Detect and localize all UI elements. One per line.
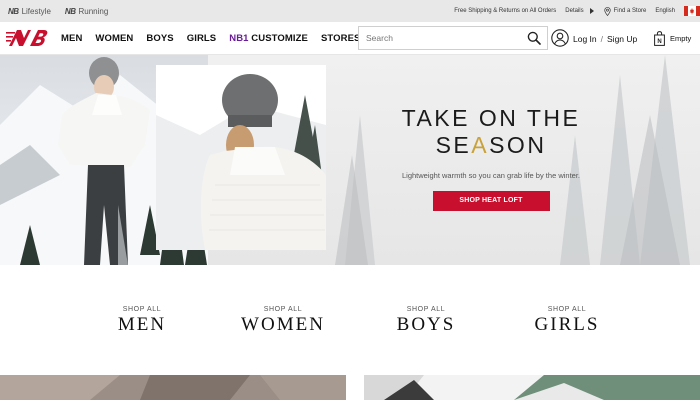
language-label: English [655,8,675,14]
find-store-link[interactable]: Find a Store [604,6,647,16]
shop-all-boys-link[interactable]: SHOP ALL BOYS [386,306,466,336]
account-separator: / [600,33,604,44]
utility-bar: NB Lifestyle NB Running Free Shipping & … [0,0,700,22]
search-icon[interactable] [527,31,541,45]
brand-switcher: NB Lifestyle NB Running [8,0,122,22]
nav-nb1-customize[interactable]: NB1 CUSTOMIZE [229,33,308,44]
running-link[interactable]: NB Running [65,7,108,16]
nav-girls[interactable]: GIRLS [187,33,217,44]
nav-women[interactable]: WOMEN [95,33,133,44]
hero-title: TAKE ON THE SEASON [386,105,596,159]
shop-all-men-link[interactable]: SHOP ALL MEN [102,306,182,336]
shop-all-label: SHOP ALL [406,306,446,313]
nb-mini-logo: NB [8,6,19,16]
category-name: BOYS [396,314,456,335]
account-links: Log In / Sign Up [573,22,637,55]
promo-tile-left[interactable] [0,375,346,400]
hero-copy: TAKE ON THE SEASON Lightweight warmth so… [386,105,596,211]
category-name: MEN [117,314,167,335]
svg-text:N: N [657,39,661,45]
hero-title-line2: SEASON [386,132,596,159]
details-link[interactable]: Details [565,8,594,14]
nav-boys[interactable]: BOYS [146,33,173,44]
hero-title-line2-pre: SE [435,132,472,158]
find-store-label: Find a Store [613,8,647,14]
caret-right-icon [589,8,594,14]
lifestyle-link[interactable]: NB Lifestyle [8,7,51,16]
shop-all-label: SHOP ALL [547,306,587,313]
nb1-tag: NB1 [229,33,249,44]
hero-title-accent: A [471,132,490,158]
signup-link[interactable]: Sign Up [607,34,637,44]
shipping-text: Free Shipping & Returns on All Orders [454,8,557,14]
canada-flag-icon [684,6,700,16]
utility-links: Free Shipping & Returns on All Orders De… [454,0,700,22]
shop-all-label: SHOP ALL [263,306,303,313]
category-links: SHOP ALL MEN SHOP ALL WOMEN SHOP ALL BOY… [0,265,700,375]
details-label: Details [565,8,584,14]
hero-subtitle: Lightweight warmth so you can grab life … [401,171,580,180]
promo-tile-right[interactable] [364,375,700,400]
promo-image-right [364,375,700,400]
shipping-promo: Free Shipping & Returns on All Orders [454,8,556,14]
category-name: GIRLS [534,314,600,335]
language-selector[interactable]: English [655,8,675,14]
search-box [358,26,548,50]
login-link[interactable]: Log In [573,34,597,44]
nb-mini-logo: NB [64,6,76,16]
shop-all-label: SHOP ALL [122,306,162,313]
promo-image-left [0,375,346,400]
cart-status[interactable]: Empty [670,22,691,55]
hero-title-line2-post: SON [489,132,547,158]
hero-title-line1: TAKE ON THE [401,105,581,131]
lifestyle-label: Lifestyle [21,6,51,16]
shop-heat-loft-button[interactable]: SHOP HEAT LOFT [432,191,550,211]
search-input[interactable] [359,27,519,49]
hero-banner: TAKE ON THE SEASON Lightweight warmth so… [0,55,700,265]
user-icon[interactable] [551,29,569,47]
nav-stores[interactable]: STORES [321,33,361,44]
main-nav: MEN WOMEN BOYS GIRLS NB1 CUSTOMIZE STORE… [61,22,373,55]
category-name: WOMEN [241,314,325,335]
shop-all-women-link[interactable]: SHOP ALL WOMEN [233,306,333,336]
running-label: Running [78,6,109,16]
shop-all-girls-link[interactable]: SHOP ALL GIRLS [527,306,607,336]
country-selector[interactable] [684,6,700,16]
map-pin-icon [604,6,611,16]
shopping-bag-icon[interactable]: N [654,31,665,46]
main-header: MEN WOMEN BOYS GIRLS NB1 CUSTOMIZE STORE… [0,22,700,55]
new-balance-logo[interactable] [6,28,48,48]
nav-men[interactable]: MEN [61,33,82,44]
nb1-customize-label: CUSTOMIZE [248,33,308,44]
